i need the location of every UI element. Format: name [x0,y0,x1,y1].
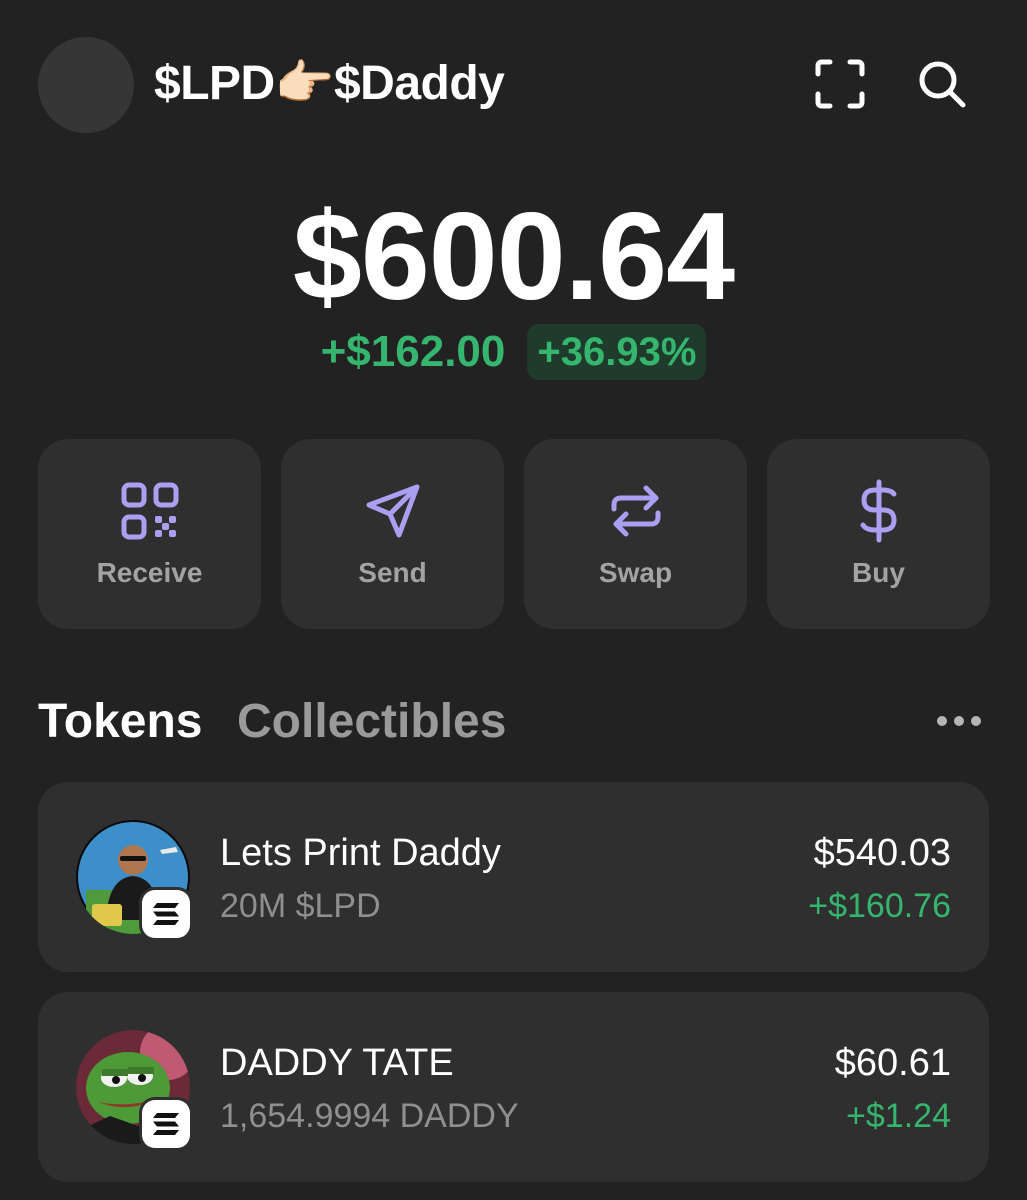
account-avatar[interactable] [38,37,134,133]
asset-tabs: Tokens Collectibles [38,692,989,752]
tab-tokens[interactable]: Tokens [38,692,202,752]
quick-actions: Receive Send Swap Buy [38,439,990,629]
send-label: Send [358,557,427,588]
token-change: +$160.76 [808,887,951,925]
receive-label: Receive [96,557,203,588]
token-logo [76,820,190,938]
total-balance: $600.64 [292,188,735,326]
tab-collectibles[interactable]: Collectibles [237,692,506,752]
token-value: $60.61 [834,1042,951,1084]
search-button[interactable] [916,58,968,110]
dollar-icon [860,479,896,543]
scan-button[interactable] [814,58,866,110]
account-name[interactable]: $LPD👉🏻$Daddy [154,54,505,114]
buy-button[interactable]: Buy [767,439,990,629]
token-amount: 1,654.9994 DADDY [220,1097,519,1135]
balance-change-row: +$162.00 +36.93% [0,324,1027,380]
token-logo [76,1030,190,1148]
token-amount: 20M $LPD [220,887,381,925]
token-row[interactable]: Lets Print Daddy 20M $LPD $540.03 +$160.… [38,782,989,972]
token-name: Lets Print Daddy [220,832,501,874]
solana-chain-badge [142,1100,190,1148]
paper-plane-icon [366,484,419,538]
solana-icon [153,903,179,925]
swap-arrows-icon [611,485,660,537]
more-horizontal-icon [937,716,981,726]
wallet-header: $LPD👉🏻$Daddy [0,0,1027,170]
swap-label: Swap [598,557,673,588]
send-button[interactable]: Send [281,439,504,629]
swap-button[interactable]: Swap [524,439,747,629]
scan-frame-icon [815,59,865,109]
solana-chain-badge [142,890,190,938]
balance-change-percent-badge: +36.93% [527,324,707,380]
balance-change-amount: +$162.00 [320,327,506,376]
receive-button[interactable]: Receive [38,439,261,629]
buy-label: Buy [852,557,905,588]
qr-code-icon [121,482,178,540]
token-value: $540.03 [813,832,951,874]
more-options-button[interactable] [934,704,984,738]
search-icon [919,61,966,108]
token-row[interactable]: DADDY TATE 1,654.9994 DADDY $60.61 +$1.2… [38,992,989,1182]
token-name: DADDY TATE [220,1042,454,1084]
solana-icon [153,1113,179,1135]
token-change: +$1.24 [846,1097,951,1135]
